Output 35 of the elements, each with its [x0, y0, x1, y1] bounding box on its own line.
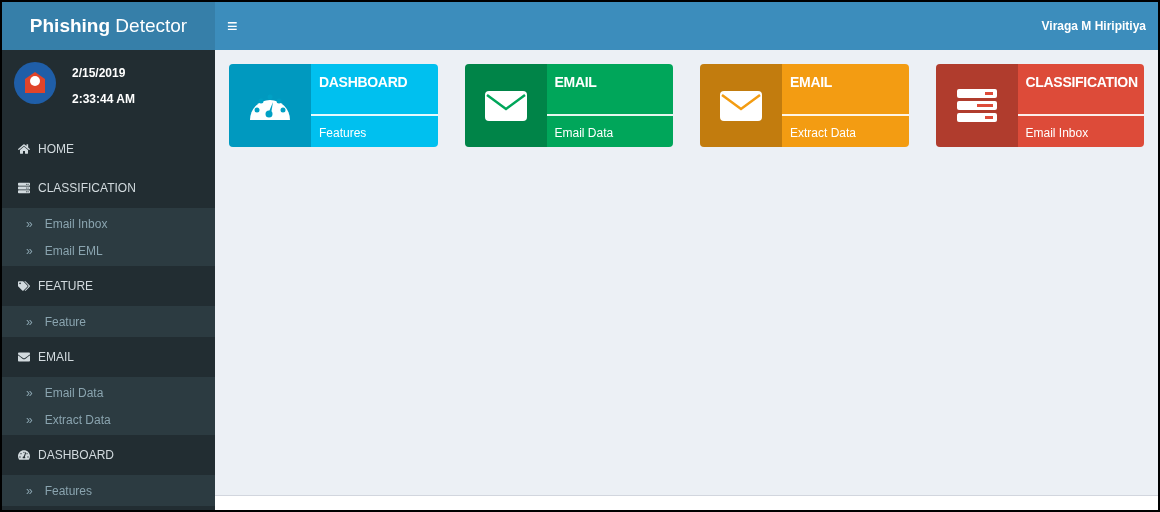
sidebar-subitem[interactable]: » Email Data — [2, 379, 215, 406]
avatar-icon — [14, 62, 56, 104]
tile-subtitle: Email Inbox — [1024, 125, 1090, 142]
info-tile[interactable]: CLASSIFICATION Email Inbox — [935, 64, 1144, 147]
sidebar-section-item[interactable]: EMAIL — [2, 337, 215, 377]
envelope-icon — [483, 89, 528, 122]
tile-title: EMAIL — [789, 73, 834, 92]
envelope-icon — [719, 89, 763, 122]
menu-toggle-button[interactable]: ≡ — [227, 12, 238, 40]
server-icon — [956, 88, 997, 123]
tile-subtitle: Extract Data — [789, 125, 858, 142]
home-icon — [18, 143, 30, 155]
tile-subtitle: Email Data — [553, 125, 615, 142]
sidebar-section-item[interactable]: CLASSIFICATION — [2, 168, 215, 208]
tile-title: EMAIL — [553, 73, 598, 92]
sidebar-section-item[interactable]: HOME — [2, 130, 215, 168]
sidebar-subitem[interactable]: » Feature — [2, 308, 215, 335]
tile-title: DASHBOARD — [318, 73, 409, 92]
sidebar-subitem[interactable]: » Features — [2, 477, 215, 504]
tile-title: CLASSIFICATION — [1024, 73, 1139, 92]
envelope-icon — [18, 351, 30, 363]
sidebar-section-item[interactable]: FEATURE — [2, 266, 215, 306]
user-name[interactable]: Viraga M Hiripitiya — [1041, 17, 1146, 35]
sidebar-section-item[interactable]: DASHBOARD — [2, 435, 215, 475]
time-text: 2:33:44 AM — [72, 91, 135, 108]
tag-icon — [18, 280, 30, 292]
info-tile[interactable]: EMAIL Email Data — [464, 64, 673, 147]
list-icon — [18, 182, 30, 194]
sidebar-subitem[interactable]: » Extract Data — [2, 406, 215, 433]
sidebar-subitem[interactable]: » Email EML — [2, 237, 215, 264]
gauge-icon — [18, 449, 30, 461]
tile-subtitle: Features — [318, 125, 368, 142]
date-text: 2/15/2019 — [72, 65, 127, 82]
app-title[interactable]: Phishing Detector — [29, 11, 188, 41]
sidebar-subitem[interactable]: » Email Inbox — [2, 210, 215, 237]
